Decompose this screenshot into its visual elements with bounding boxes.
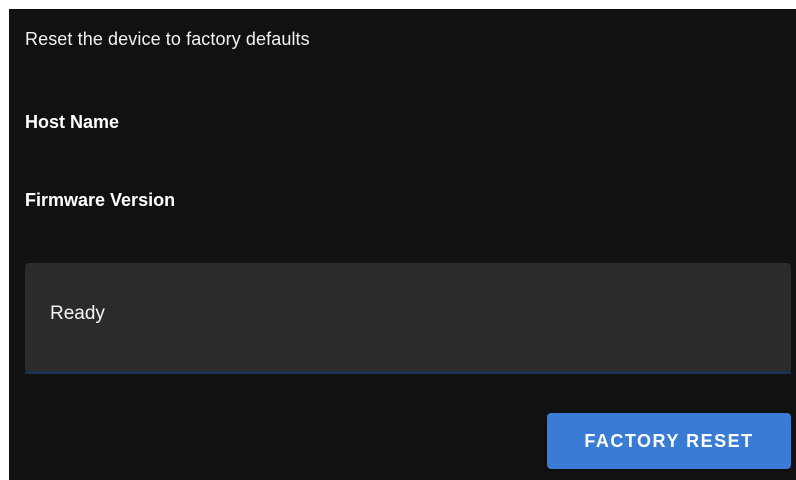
firmware-version-label: Firmware Version [25,190,176,210]
factory-reset-panel: Reset the device to factory defaults Hos… [9,9,796,480]
host-name-label: Host Name [25,112,120,132]
status-text: Ready [50,303,105,324]
factory-reset-button[interactable]: FACTORY RESET [547,413,791,469]
panel-description: Reset the device to factory defaults [25,29,310,49]
status-field: Ready [25,263,791,374]
